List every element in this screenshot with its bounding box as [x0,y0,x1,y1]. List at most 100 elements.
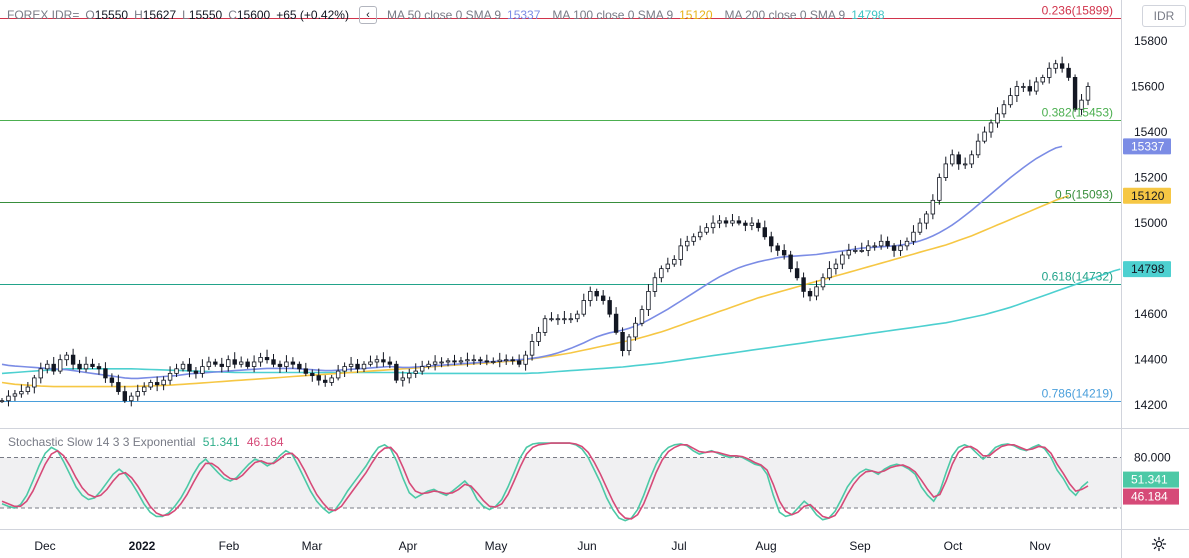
candle-body [419,366,425,372]
candle-body [781,250,787,256]
candle-body [575,313,580,320]
candle-body [743,222,748,226]
candle-body [64,354,69,361]
candle-body [83,363,89,370]
candle-body [568,318,574,321]
time-axis-label: Aug [755,539,776,553]
candle-body [135,391,140,397]
stochastic-k-badge: 51.341 [1131,473,1168,487]
last-price-badge: 15600 [1131,80,1165,94]
candle-body [6,395,11,402]
candle-body [219,363,224,367]
candle-body [316,375,321,381]
candle-body [859,250,864,252]
stochastic-pane: 80.000 51.341 46.184 [0,442,1179,522]
time-axis-label: Mar [302,539,323,553]
symbol-name[interactable]: FOREX IDR= [7,5,79,25]
moving-averages [1,145,1121,388]
fib-label: 0.786(14219) [1042,387,1113,401]
candle-body [284,361,289,367]
candle-body [90,363,95,367]
candle-body [407,372,412,379]
candle-body [452,360,457,363]
candle-body [529,341,535,356]
candle-body [588,291,593,301]
candle-body [665,263,671,270]
candle-body [542,318,548,333]
ma100-label[interactable]: MA 100 close 0 SMA 9 [552,5,673,25]
candle-body [174,368,179,374]
time-axis-label: Jul [671,539,686,553]
candle-body [710,222,716,229]
fib-label: 0.382(15453) [1042,106,1113,120]
candle-body [639,309,645,324]
candle-body [154,382,160,386]
fibonacci-levels [0,18,1121,402]
candle-body [387,361,393,365]
candle-body [775,245,780,251]
stochastic-k-value: 51.341 [202,435,240,449]
candle-body [950,154,955,165]
currency-button[interactable]: IDR [1142,5,1186,27]
ma50-value: 15337 [507,8,541,22]
candle-body [129,395,134,402]
price-tick-label: 15000 [1134,216,1168,230]
candle-body [374,359,380,363]
candle-body [432,361,438,365]
ma200-label[interactable]: MA 200 close 0 SMA 9 [725,5,846,25]
candle-body [536,331,541,342]
candle-body [626,336,632,351]
candle-body [969,154,974,165]
candle-body [1021,86,1026,88]
candle-body [788,254,793,270]
candle-body [497,359,502,362]
ma200-value: 14798 [851,8,885,22]
time-axis[interactable]: Dec 2022 Feb Mar Apr May Jun Jul Aug Sep Oct Nov [34,539,1050,553]
candle-body [975,140,981,156]
stochastic-band-fill [0,457,1121,508]
candle-body [19,391,24,395]
candle-body [297,363,302,370]
candle-body [659,268,664,279]
stochastic-label[interactable]: Stochastic Slow 14 3 3 Exponential [8,435,195,449]
candle-body [355,363,360,370]
candle-body [45,363,50,370]
candle-body [323,379,328,383]
candle-body [368,361,373,365]
candle-body [1053,63,1058,69]
candle-body [32,377,37,388]
candle-body [516,360,522,365]
candle-body [1014,86,1020,97]
candle-body [652,277,658,292]
candle-body [51,363,56,372]
candle-body [426,363,431,367]
time-axis-label: Apr [399,539,418,553]
candle-body [251,361,257,367]
candle-body [956,154,961,165]
candle-body [878,240,884,247]
candle-body [271,359,276,365]
candle-body [685,240,690,247]
candle-body [148,382,153,388]
candle-body [846,250,852,256]
ohlc-high: H15627 [134,8,177,22]
candle-body [1085,86,1091,101]
chart-canvas[interactable]: 0.236(15899) 0.382(15453) 0.5(15093) 0.618(… [0,0,1189,558]
candle-body [607,300,612,315]
gear-icon[interactable] [1151,536,1167,552]
candle-body [57,359,63,372]
candle-body [930,199,936,215]
ohlc-open: O15550 [85,8,129,22]
candle-body [25,386,31,392]
chevron-left-icon[interactable]: ‹ [358,6,377,24]
candle-body [38,368,43,379]
candle-body [672,259,677,265]
candle-body [200,366,205,374]
candle-body [646,291,651,311]
candle-body [769,236,774,247]
candle-body [504,359,509,362]
ma200-badge: 14798 [1131,262,1165,276]
candle-body [943,163,948,178]
ma50-label[interactable]: MA 50 close 0 SMA 9 [387,5,501,25]
candle-body [736,220,742,224]
